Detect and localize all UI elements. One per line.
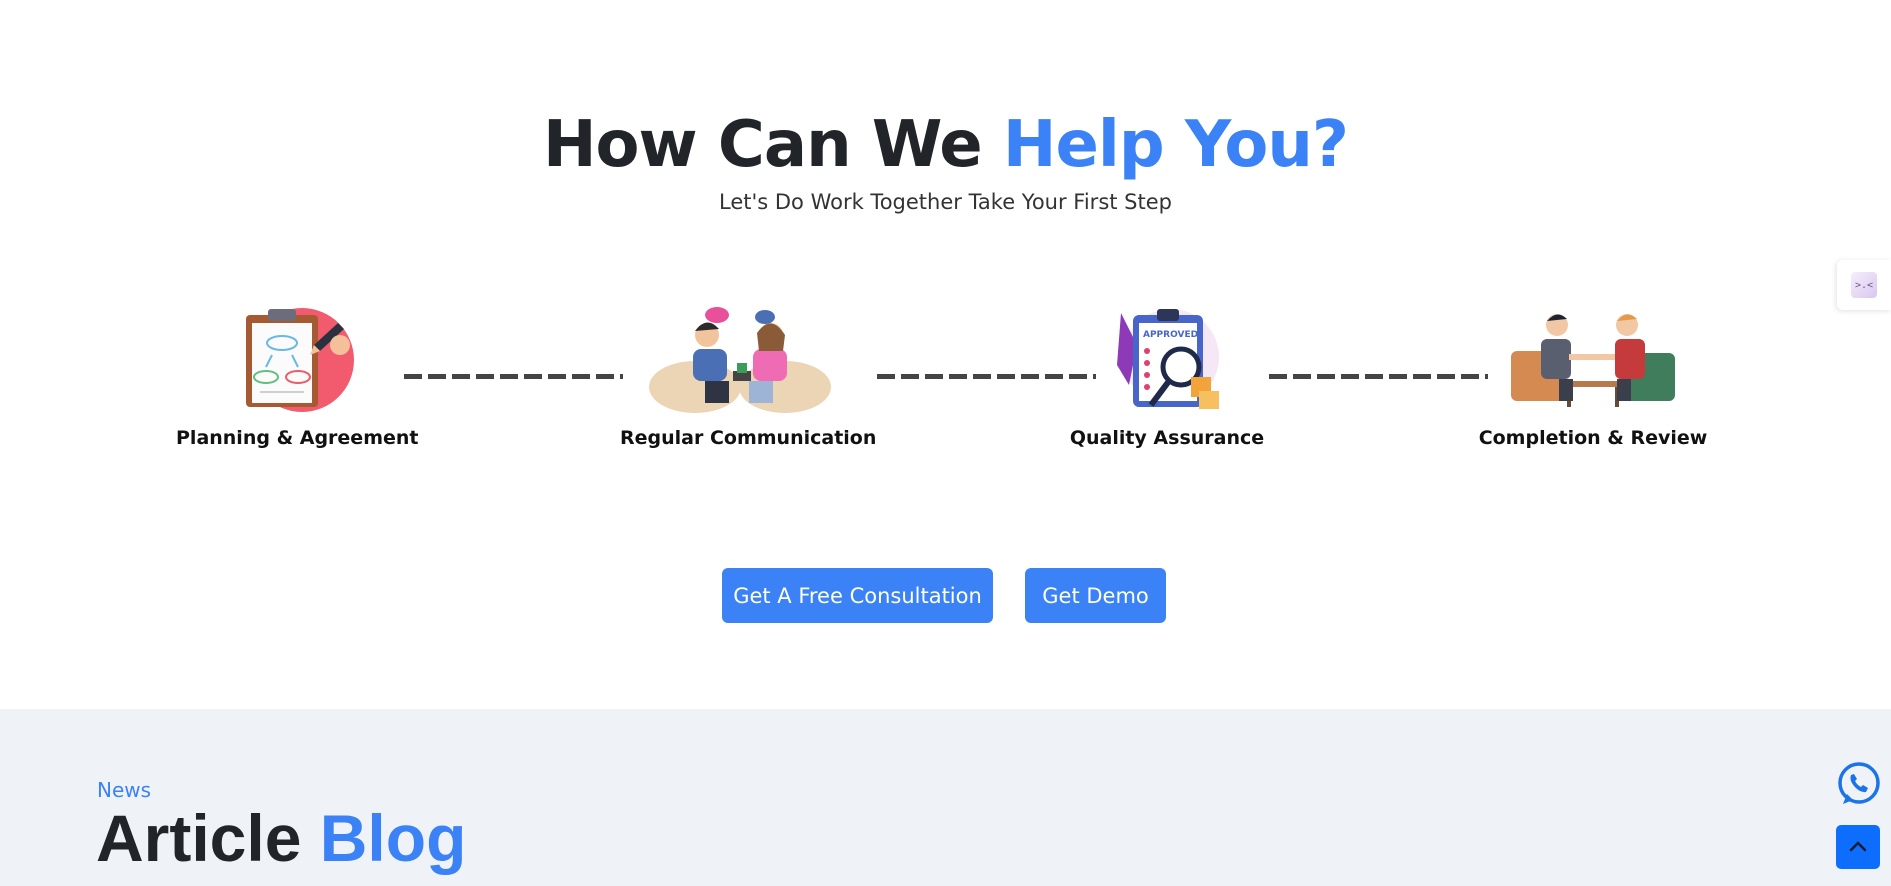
get-demo-button[interactable]: Get Demo [1025,568,1166,623]
title-accent: Blog [319,801,467,875]
free-consultation-button[interactable]: Get A Free Consultation [722,568,993,623]
page-title: How Can We Help You? [0,108,1891,182]
page-subtitle: Let's Do Work Together Take Your First S… [719,190,1172,214]
step-label: Quality Assurance [1069,427,1265,449]
help-section: How Can We Help You? Let's Do Work Toget… [0,0,1891,709]
handshake-icon [1511,314,1675,407]
widget-icon: >.< [1851,272,1877,298]
whatsapp-icon [1838,762,1880,804]
title-accent: Help You? [1002,108,1349,182]
side-widget-tab[interactable]: >.< [1837,260,1891,310]
step-label: Planning & Agreement [176,427,419,449]
back-to-top-button[interactable] [1836,825,1880,869]
step-communication: Regular Communication [620,305,877,449]
section-title: Article Blog [96,800,466,876]
step-completion: Completion & Review [1473,305,1713,449]
title-main: How Can We [542,108,1003,182]
news-eyebrow: News [97,778,152,802]
step-label: Completion & Review [1478,427,1708,449]
connector-dashes [1269,374,1488,379]
title-main: Article [96,801,320,875]
whatsapp-button[interactable] [1835,760,1883,808]
people-chatting-icon [649,307,831,413]
clipboard-planning-icon [246,308,354,412]
step-label: Regular Communication [620,427,877,449]
step-planning: Planning & Agreement [176,305,419,449]
chevron-up-icon [1849,841,1867,852]
step-quality: APPROVED Quality Assurance [1047,305,1287,449]
svg-text:APPROVED: APPROVED [1143,330,1198,340]
approved-checklist-icon: APPROVED [1117,309,1219,409]
connector-dashes [404,374,623,379]
